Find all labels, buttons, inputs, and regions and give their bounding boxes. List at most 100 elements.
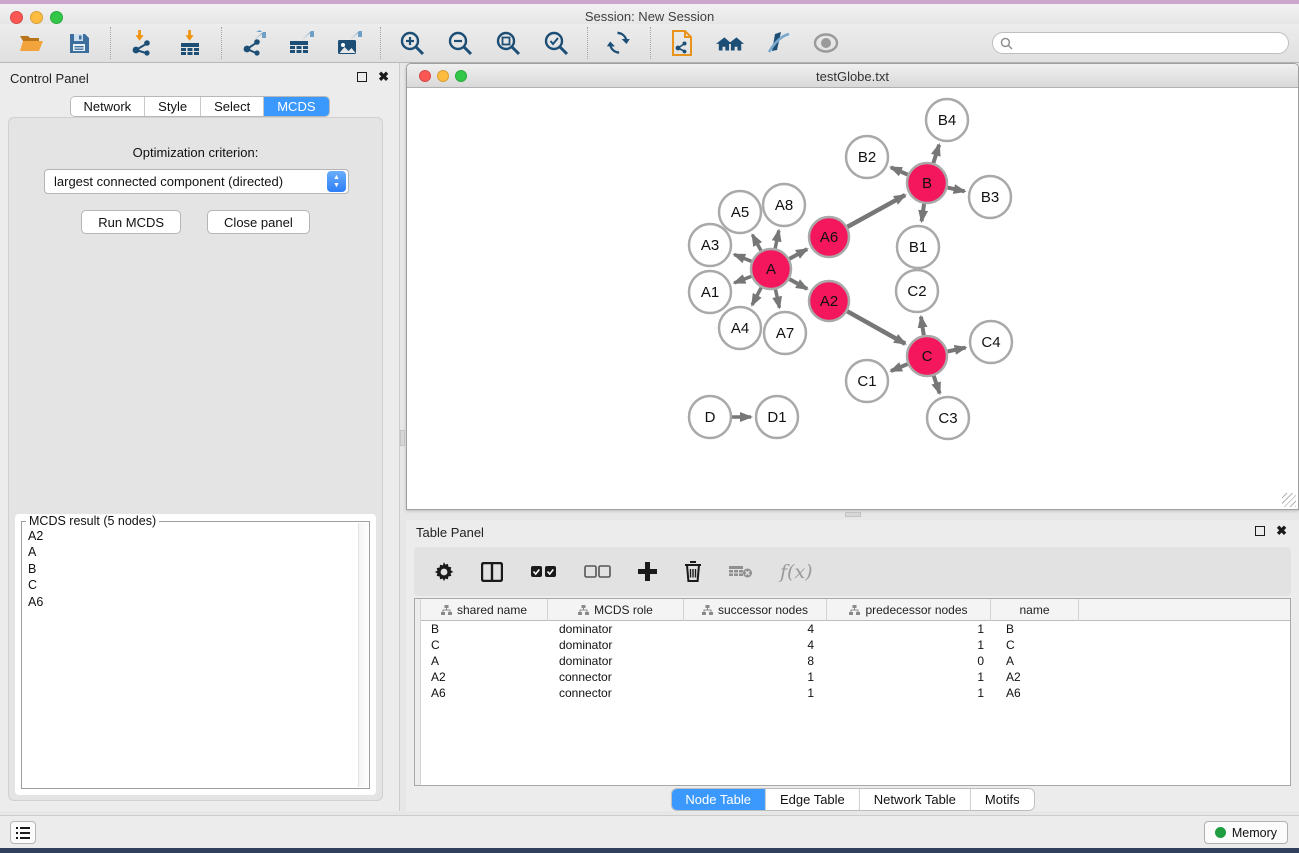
table-cell[interactable]: 1 (827, 621, 991, 637)
float-panel-icon[interactable] (357, 72, 367, 82)
table-cell[interactable]: connector (548, 685, 684, 701)
close-table-panel-icon[interactable]: ✖ (1276, 526, 1287, 536)
edge-A-A5[interactable] (752, 235, 761, 251)
table-cell[interactable]: A (991, 653, 1079, 669)
tab-network-table[interactable]: Network Table (860, 789, 971, 810)
deselect-all-icon[interactable] (584, 565, 611, 578)
zoom-in-icon[interactable] (398, 29, 426, 57)
export-network-icon[interactable] (239, 29, 267, 57)
tab-mcds[interactable]: MCDS (264, 97, 328, 116)
mcds-result-item[interactable]: B (24, 561, 357, 578)
table-cell[interactable]: C (421, 637, 548, 653)
export-image-icon[interactable] (335, 29, 363, 57)
table-cell[interactable]: 4 (684, 637, 827, 653)
panel-divider-handle[interactable] (845, 512, 861, 517)
table-row[interactable]: A2connector11A2 (421, 669, 1290, 685)
column-header-predecessor-nodes[interactable]: predecessor nodes (827, 599, 991, 621)
node-table[interactable]: shared nameMCDS rolesuccessor nodesprede… (414, 598, 1291, 786)
table-cell[interactable]: dominator (548, 653, 684, 669)
criterion-dropdown[interactable]: largest connected component (directed) ▲… (44, 169, 349, 194)
edge-C-C2[interactable] (921, 317, 924, 336)
column-header-shared-name[interactable]: shared name (421, 599, 548, 621)
delete-table-icon[interactable] (729, 564, 753, 579)
import-network-icon[interactable] (128, 29, 156, 57)
window-resize-grip[interactable] (1282, 493, 1296, 507)
tab-motifs[interactable]: Motifs (971, 789, 1034, 810)
zoom-selected-icon[interactable] (542, 29, 570, 57)
zoom-out-icon[interactable] (446, 29, 474, 57)
tab-node-table[interactable]: Node Table (671, 789, 766, 810)
table-cell[interactable]: A2 (421, 669, 548, 685)
search-field[interactable] (992, 32, 1289, 54)
edge-A-A8[interactable] (775, 230, 779, 248)
column-header-MCDS-role[interactable]: MCDS role (548, 599, 684, 621)
table-row[interactable]: A6connector11A6 (421, 685, 1290, 701)
edge-B-B3[interactable] (947, 188, 964, 192)
mcds-result-item[interactable]: A2 (24, 528, 357, 545)
table-cell[interactable]: dominator (548, 637, 684, 653)
result-scrollbar[interactable] (358, 523, 368, 787)
column-header-successor-nodes[interactable]: successor nodes (684, 599, 827, 621)
close-panel-icon[interactable]: ✖ (378, 72, 389, 82)
network-window-titlebar[interactable]: testGlobe.txt (407, 64, 1298, 88)
edge-B-B1[interactable] (922, 204, 924, 221)
table-cell[interactable]: 1 (684, 685, 827, 701)
search-input[interactable] (1017, 34, 1288, 52)
edge-B-B2[interactable] (891, 167, 908, 174)
edge-C-C3[interactable] (934, 376, 940, 393)
table-cell[interactable]: A6 (991, 685, 1079, 701)
panel-divider-handle[interactable] (400, 430, 405, 446)
table-row[interactable]: Cdominator41C (421, 637, 1290, 653)
table-cell[interactable]: A6 (421, 685, 548, 701)
table-cell[interactable]: connector (548, 669, 684, 685)
table-cell[interactable]: 1 (827, 685, 991, 701)
table-cell[interactable]: 1 (827, 669, 991, 685)
table-options-gear-icon[interactable] (434, 562, 454, 582)
import-table-icon[interactable] (176, 29, 204, 57)
column-header-name[interactable]: name (991, 599, 1079, 621)
table-cell[interactable]: 4 (684, 621, 827, 637)
delete-column-trash-icon[interactable] (684, 561, 702, 582)
home-icon[interactable] (716, 29, 744, 57)
save-session-icon[interactable] (65, 29, 93, 57)
mcds-result-item[interactable]: A (24, 545, 357, 562)
table-cell[interactable]: 8 (684, 653, 827, 669)
tab-select[interactable]: Select (201, 97, 264, 116)
export-table-icon[interactable] (287, 29, 315, 57)
table-row[interactable]: Bdominator41B (421, 621, 1290, 637)
table-cell[interactable]: B (991, 621, 1079, 637)
new-network-file-icon[interactable] (668, 29, 696, 57)
edge-C-C4[interactable] (948, 348, 966, 352)
select-all-icon[interactable] (530, 565, 557, 578)
eye-icon[interactable] (812, 29, 840, 57)
network-canvas[interactable]: AA1A2A3A4A5A6A7A8BB1B2B3B4CC1C2C3C4DD1 (407, 88, 1298, 509)
table-row[interactable]: Adominator80A (421, 653, 1290, 669)
table-cell[interactable]: 0 (827, 653, 991, 669)
table-cell[interactable]: dominator (548, 621, 684, 637)
function-builder-icon[interactable]: f(x) (780, 561, 813, 583)
table-cell[interactable]: B (421, 621, 548, 637)
edge-A-A7[interactable] (775, 290, 779, 308)
table-cell[interactable]: C (991, 637, 1079, 653)
show-columns-icon[interactable] (481, 562, 503, 582)
edge-A-A2[interactable] (789, 279, 807, 289)
hide-annotation-icon[interactable] (764, 29, 792, 57)
close-panel-button[interactable]: Close panel (207, 210, 310, 234)
run-mcds-button[interactable]: Run MCDS (81, 210, 181, 234)
table-cell[interactable]: A2 (991, 669, 1079, 685)
mcds-result-item[interactable]: C (24, 578, 357, 595)
edge-A-A1[interactable] (734, 276, 751, 282)
task-history-button[interactable] (10, 821, 36, 844)
edge-A6-B[interactable] (847, 195, 905, 227)
create-column-icon[interactable] (638, 562, 657, 581)
table-cell[interactable]: 1 (684, 669, 827, 685)
edge-A-A3[interactable] (734, 255, 751, 262)
mcds-result-item[interactable]: A6 (24, 594, 357, 611)
tab-network[interactable]: Network (70, 97, 145, 116)
memory-button[interactable]: Memory (1204, 821, 1288, 844)
tab-edge-table[interactable]: Edge Table (766, 789, 860, 810)
edge-C-C1[interactable] (891, 364, 908, 371)
table-cell[interactable]: A (421, 653, 548, 669)
open-file-icon[interactable] (17, 29, 45, 57)
edge-A-A4[interactable] (752, 288, 761, 305)
